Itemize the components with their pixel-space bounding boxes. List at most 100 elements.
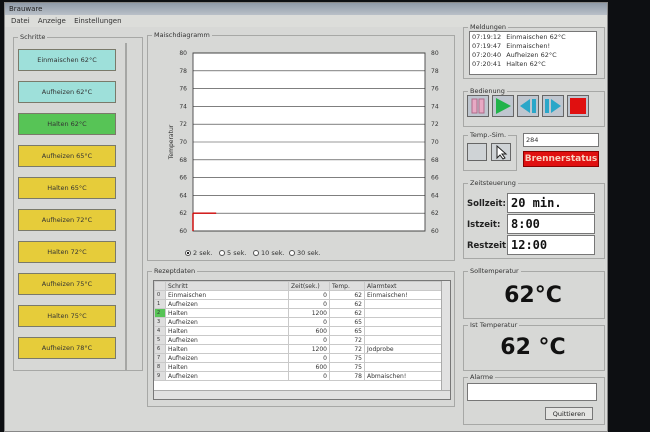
row-number[interactable]: 4 bbox=[154, 326, 166, 336]
cell-alarmtext[interactable] bbox=[364, 308, 448, 318]
cell-zeit[interactable]: 0 bbox=[288, 317, 330, 327]
row-number[interactable]: 8 bbox=[154, 362, 166, 372]
cell-schritt[interactable]: Einmaischen bbox=[165, 290, 289, 300]
step-5[interactable]: Aufheizen 72°C bbox=[18, 209, 116, 231]
interval-option-2[interactable]: 2 sek. bbox=[185, 249, 212, 257]
table-row[interactable]: 0 Einmaischen 0 62 Einmaischen! bbox=[154, 290, 448, 300]
row-number[interactable]: 7 bbox=[154, 353, 166, 363]
step-7[interactable]: Aufheizen 75°C bbox=[18, 273, 116, 295]
cell-schritt[interactable]: Halten bbox=[165, 344, 289, 354]
col-zeit[interactable]: Zeit(sek.) bbox=[288, 281, 330, 291]
row-number[interactable]: 3 bbox=[154, 317, 166, 327]
menu-anzeige[interactable]: Anzeige bbox=[38, 17, 66, 25]
cell-temp[interactable]: 65 bbox=[329, 317, 365, 327]
radio-icon[interactable] bbox=[289, 250, 295, 256]
row-number[interactable]: 2 bbox=[154, 308, 166, 318]
step-1[interactable]: Aufheizen 62°C bbox=[18, 81, 116, 103]
cell-schritt[interactable]: Halten bbox=[165, 326, 289, 336]
col-schritt[interactable]: Schritt bbox=[165, 281, 289, 291]
tempsim-down-button[interactable] bbox=[467, 143, 487, 161]
tempsim-up-button[interactable] bbox=[491, 143, 511, 161]
acknowledge-button[interactable]: Quittieren bbox=[545, 407, 593, 420]
radio-icon[interactable] bbox=[185, 250, 191, 256]
step-back-button[interactable] bbox=[517, 95, 539, 117]
table-row[interactable]: 9 Aufheizen 0 78 Abmaischen! bbox=[154, 371, 448, 381]
cell-temp[interactable]: 62 bbox=[329, 308, 365, 318]
cell-schritt[interactable]: Aufheizen bbox=[165, 353, 289, 363]
menu-datei[interactable]: Datei bbox=[11, 17, 30, 25]
cell-temp[interactable]: 72 bbox=[329, 335, 365, 345]
cell-temp[interactable]: 75 bbox=[329, 362, 365, 372]
step-4[interactable]: Halten 65°C bbox=[18, 177, 116, 199]
row-number[interactable]: 0 bbox=[154, 290, 166, 300]
cell-schritt[interactable]: Aufheizen bbox=[165, 371, 289, 381]
cell-schritt[interactable]: Aufheizen bbox=[165, 299, 289, 309]
cell-temp[interactable]: 75 bbox=[329, 353, 365, 363]
step-2[interactable]: Halten 62°C bbox=[18, 113, 116, 135]
cell-schritt[interactable]: Halten bbox=[165, 308, 289, 318]
cell-alarmtext[interactable]: Jodprobe bbox=[364, 344, 448, 354]
cell-alarmtext[interactable] bbox=[364, 362, 448, 372]
col-temp[interactable]: Temp. bbox=[329, 281, 365, 291]
cell-temp[interactable]: 72 bbox=[329, 344, 365, 354]
message-item[interactable]: 07:20:40 Aufheizen 62°C bbox=[472, 51, 594, 60]
row-number[interactable]: 6 bbox=[154, 344, 166, 354]
message-item[interactable]: 07:20:41 Halten 62°C bbox=[472, 60, 594, 69]
cell-alarmtext[interactable] bbox=[364, 335, 448, 345]
messages-list[interactable]: 07:19:12 Einmaischen 62°C 07:19:47 Einmaisc… bbox=[469, 31, 597, 75]
recipe-grid[interactable]: Schritt Zeit(sek.) Temp. Alarmtext 0 Einm… bbox=[153, 280, 451, 400]
cell-alarmtext[interactable] bbox=[364, 353, 448, 363]
cell-zeit[interactable]: 1200 bbox=[288, 308, 330, 318]
interval-option-5[interactable]: 5 sek. bbox=[219, 249, 246, 257]
col-alarmtext[interactable]: Alarmtext bbox=[364, 281, 448, 291]
message-item[interactable]: 07:19:47 Einmaischen! bbox=[472, 42, 594, 51]
table-row[interactable]: 6 Halten 1200 72 Jodprobe bbox=[154, 344, 448, 354]
cell-zeit[interactable]: 1200 bbox=[288, 344, 330, 354]
cell-zeit[interactable]: 600 bbox=[288, 326, 330, 336]
vertical-scrollbar[interactable] bbox=[441, 281, 450, 391]
row-number[interactable]: 5 bbox=[154, 335, 166, 345]
step-8[interactable]: Halten 75°C bbox=[18, 305, 116, 327]
row-number[interactable]: 1 bbox=[154, 299, 166, 309]
cell-zeit[interactable]: 0 bbox=[288, 335, 330, 345]
table-row[interactable]: 5 Aufheizen 0 72 bbox=[154, 335, 448, 345]
cell-temp[interactable]: 62 bbox=[329, 290, 365, 300]
table-row[interactable]: 3 Aufheizen 0 65 bbox=[154, 317, 448, 327]
cell-temp[interactable]: 62 bbox=[329, 299, 365, 309]
cell-alarmtext[interactable]: Abmaischen! bbox=[364, 371, 448, 381]
table-row[interactable]: 7 Aufheizen 0 75 bbox=[154, 353, 448, 363]
table-row[interactable]: 4 Halten 600 65 bbox=[154, 326, 448, 336]
cell-zeit[interactable]: 0 bbox=[288, 371, 330, 381]
horizontal-scrollbar[interactable] bbox=[154, 390, 450, 399]
cell-alarmtext[interactable]: Einmaischen! bbox=[364, 290, 448, 300]
step-9[interactable]: Aufheizen 78°C bbox=[18, 337, 116, 359]
cell-alarmtext[interactable] bbox=[364, 317, 448, 327]
step-3[interactable]: Aufheizen 65°C bbox=[18, 145, 116, 167]
tempsim-value[interactable]: 284 bbox=[523, 133, 599, 147]
interval-option-30[interactable]: 30 sek. bbox=[289, 249, 321, 257]
interval-option-10[interactable]: 10 sek. bbox=[253, 249, 285, 257]
cell-zeit[interactable]: 600 bbox=[288, 362, 330, 372]
cell-schritt[interactable]: Aufheizen bbox=[165, 335, 289, 345]
step-forward-button[interactable] bbox=[542, 95, 564, 117]
table-row[interactable]: 8 Halten 600 75 bbox=[154, 362, 448, 372]
cell-schritt[interactable]: Halten bbox=[165, 362, 289, 372]
table-row[interactable]: 1 Aufheizen 0 62 bbox=[154, 299, 448, 309]
radio-icon[interactable] bbox=[219, 250, 225, 256]
cell-zeit[interactable]: 0 bbox=[288, 290, 330, 300]
radio-icon[interactable] bbox=[253, 250, 259, 256]
cell-temp[interactable]: 78 bbox=[329, 371, 365, 381]
step-6[interactable]: Halten 72°C bbox=[18, 241, 116, 263]
cell-temp[interactable]: 65 bbox=[329, 326, 365, 336]
message-item[interactable]: 07:19:12 Einmaischen 62°C bbox=[472, 33, 594, 42]
pause-button[interactable] bbox=[467, 95, 489, 117]
alarm-field[interactable] bbox=[467, 383, 597, 401]
cell-zeit[interactable]: 0 bbox=[288, 299, 330, 309]
cell-zeit[interactable]: 0 bbox=[288, 353, 330, 363]
stop-button[interactable] bbox=[567, 95, 589, 117]
row-number[interactable]: 9 bbox=[154, 371, 166, 381]
menu-einstellungen[interactable]: Einstellungen bbox=[74, 17, 121, 25]
cell-alarmtext[interactable] bbox=[364, 326, 448, 336]
cell-alarmtext[interactable] bbox=[364, 299, 448, 309]
play-button[interactable] bbox=[492, 95, 514, 117]
